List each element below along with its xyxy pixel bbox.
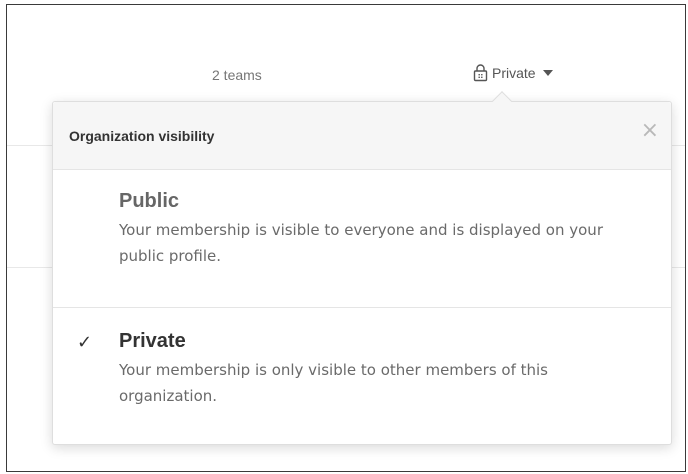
option-title: Public	[119, 190, 180, 212]
teams-count[interactable]: 2 teams	[212, 67, 262, 83]
visibility-toggle-button[interactable]: Private	[473, 63, 553, 82]
visibility-option-private[interactable]: ✓ Private Your membership is only visibl…	[53, 307, 671, 444]
visibility-popover: Organization visibility × Public Your me…	[52, 91, 672, 445]
visibility-option-public[interactable]: Public Your membership is visible to eve…	[53, 170, 671, 307]
close-icon[interactable]: ×	[641, 120, 659, 142]
option-description: Your membership is only visible to other…	[119, 361, 549, 405]
popover-header: Organization visibility ×	[53, 102, 671, 170]
option-description: Your membership is visible to everyone a…	[119, 221, 603, 265]
option-title: Private	[119, 330, 186, 352]
organization-member-row-panel: 2 teams Private Organization visibility …	[6, 4, 686, 472]
caret-down-icon	[542, 69, 553, 76]
lock-icon	[473, 64, 488, 82]
popover-title: Organization visibility	[69, 128, 215, 144]
visibility-label: Private	[492, 64, 536, 81]
checkmark-icon: ✓	[77, 332, 93, 353]
